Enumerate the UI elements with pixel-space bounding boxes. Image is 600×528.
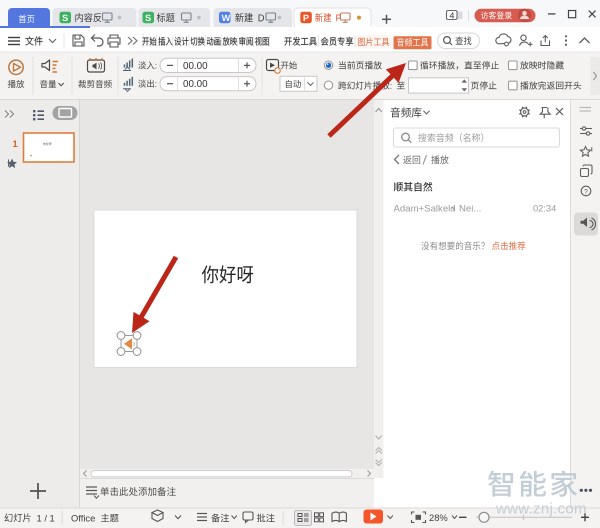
svg-text:Office: Office	[71, 512, 95, 523]
svg-text:www.znj.com: www.znj.com	[495, 501, 587, 518]
svg-text:28%: 28%	[429, 512, 448, 523]
svg-text:1 / 1: 1 / 1	[37, 512, 55, 523]
svg-text:02:34: 02:34	[533, 204, 556, 214]
svg-text:Adam+Salkeld: Adam+Salkeld	[394, 204, 456, 215]
svg-text:00.00: 00.00	[183, 61, 208, 72]
svg-text:?: ?	[584, 189, 588, 196]
svg-text:Nei...: Nei...	[459, 204, 481, 215]
svg-text:00.00: 00.00	[183, 79, 208, 90]
